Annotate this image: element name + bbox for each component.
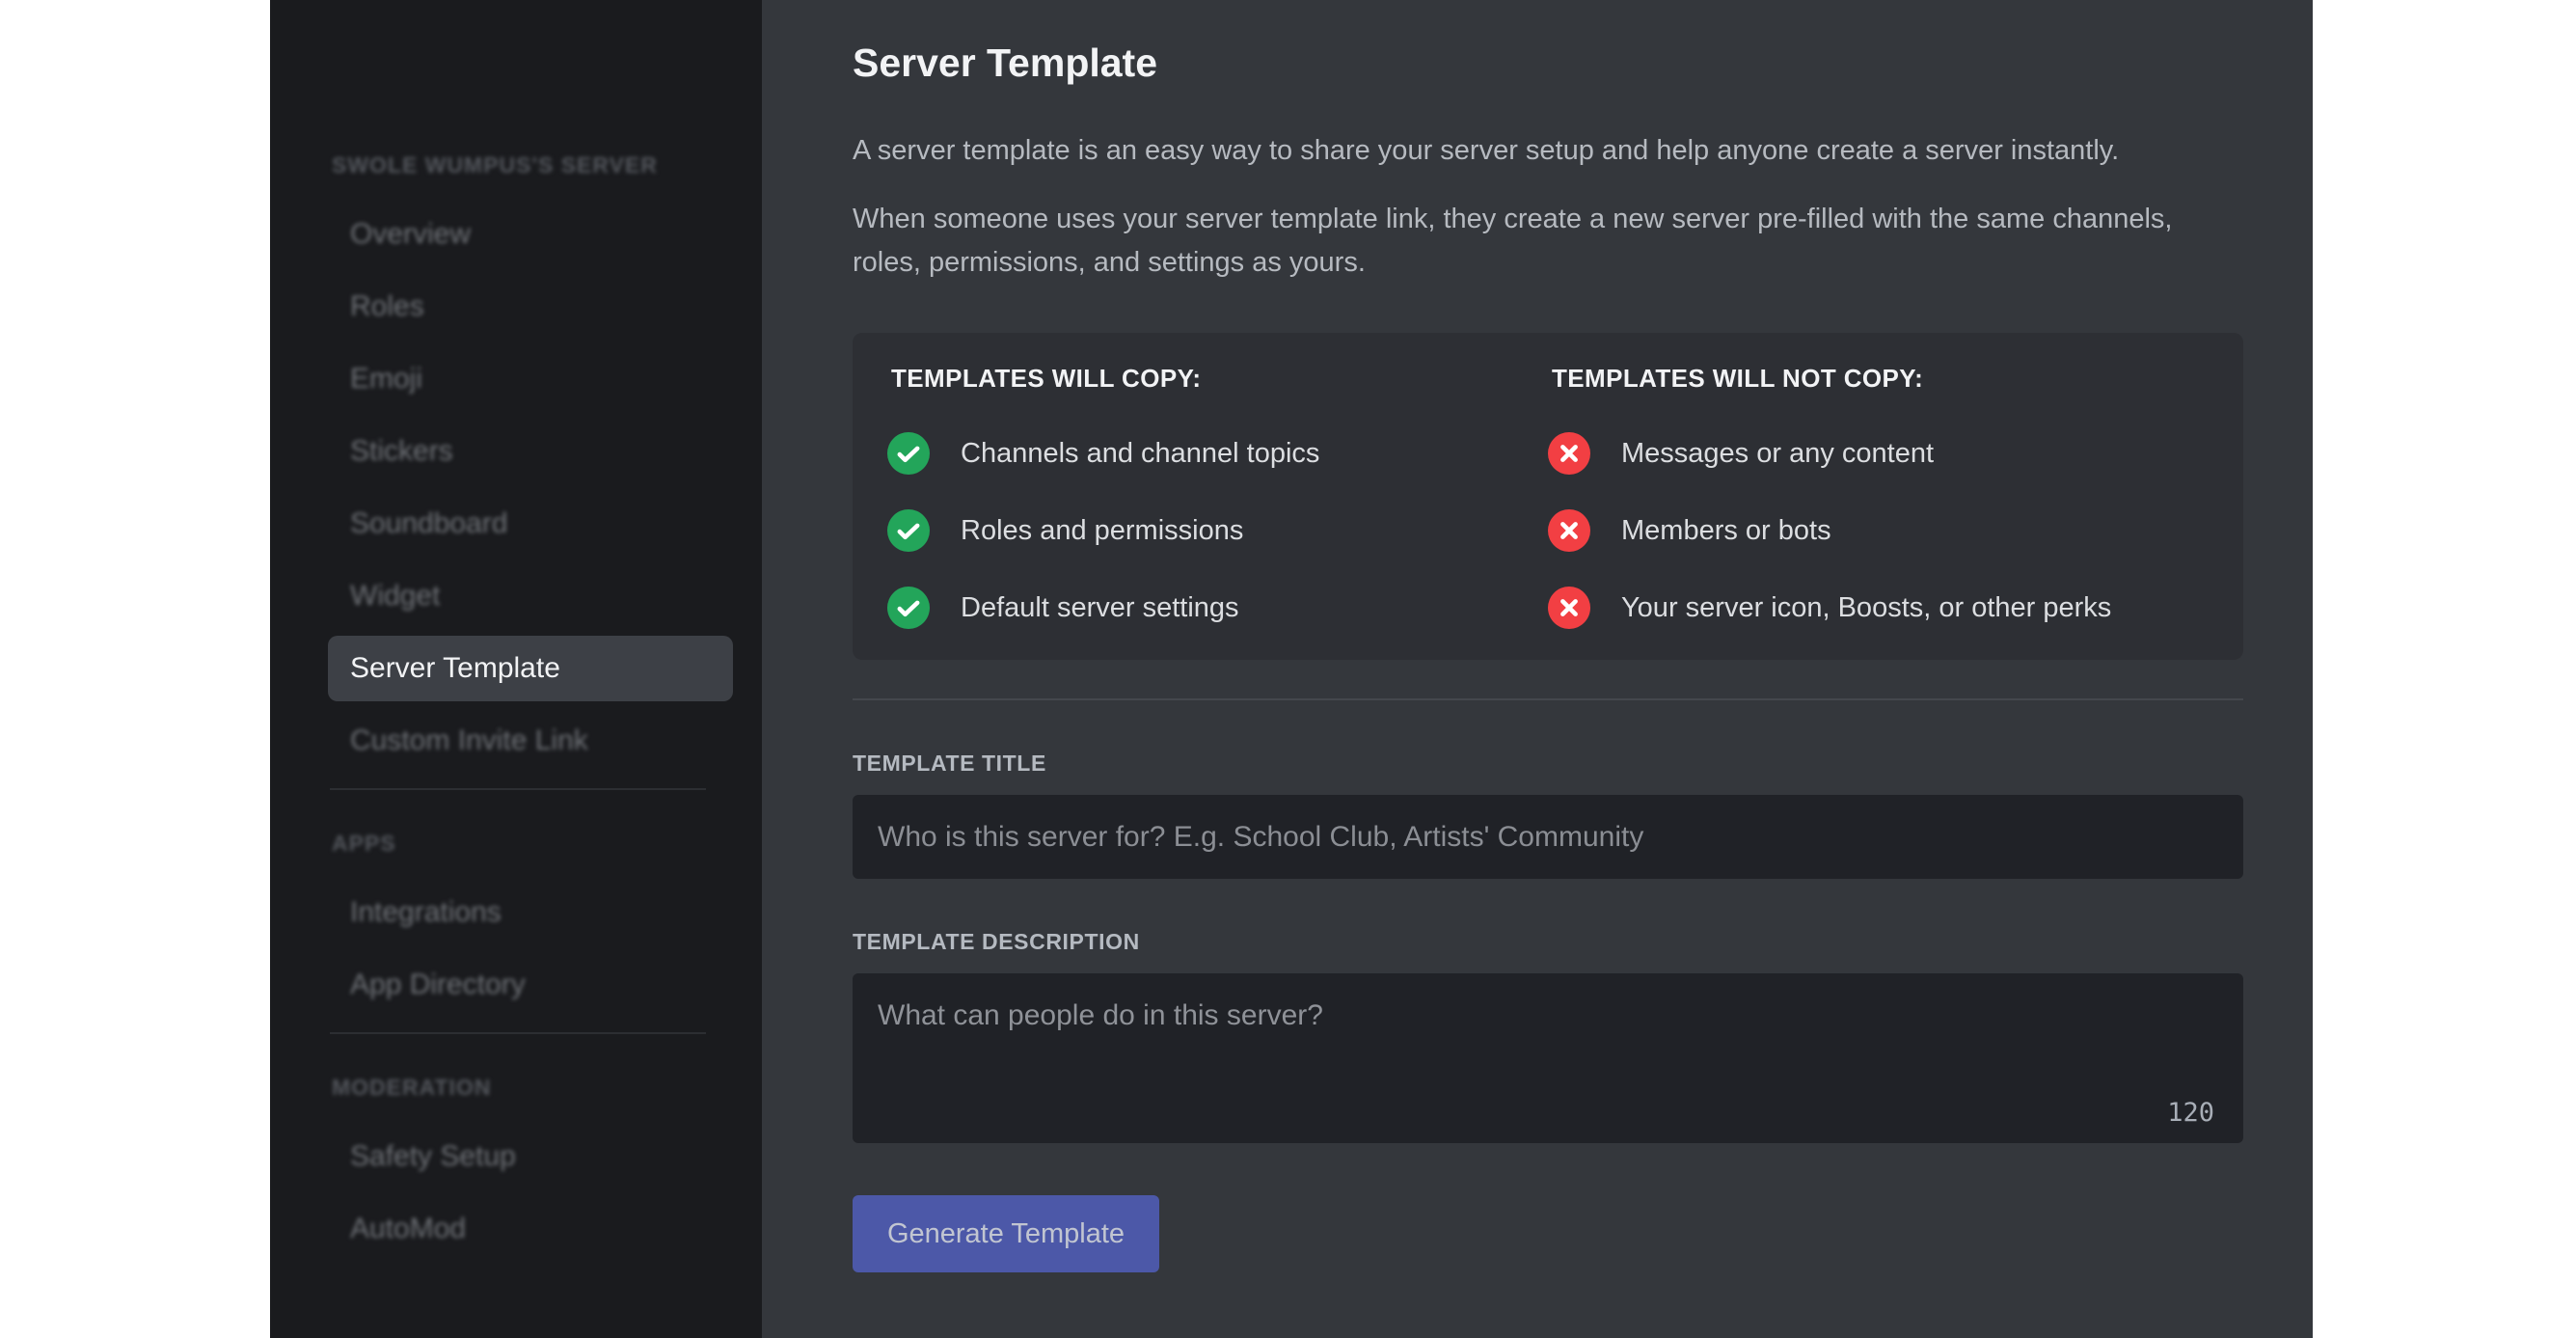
screenshot-canvas: SWOLE WUMPUS'S SERVER Overview Roles Emo…	[0, 0, 2576, 1338]
template-title-label: TEMPLATE TITLE	[853, 751, 1046, 776]
will-not-copy-row: Your server icon, Boosts, or other perks	[1548, 587, 2209, 629]
sidebar-group-moderation: MODERATION	[332, 1075, 492, 1100]
generate-template-button[interactable]: Generate Template	[853, 1195, 1159, 1272]
will-not-copy-row: Members or bots	[1548, 509, 2209, 552]
settings-sidebar: SWOLE WUMPUS'S SERVER Overview Roles Emo…	[270, 0, 762, 1338]
check-icon	[887, 432, 930, 475]
sidebar-item-emoji[interactable]: Emoji	[328, 346, 733, 412]
sidebar-item-widget[interactable]: Widget	[328, 563, 733, 629]
discord-server-settings-window: SWOLE WUMPUS'S SERVER Overview Roles Emo…	[270, 0, 2313, 1338]
sidebar-divider	[330, 788, 706, 790]
page-title: Server Template	[853, 41, 1158, 85]
check-icon	[887, 587, 930, 629]
will-copy-column: TEMPLATES WILL COPY: Channels and channe…	[887, 364, 1548, 629]
sidebar-item-integrations[interactable]: Integrations	[328, 880, 733, 945]
sidebar-item-stickers[interactable]: Stickers	[328, 419, 733, 484]
sidebar-item-app-directory[interactable]: App Directory	[328, 952, 733, 1018]
sidebar-item-soundboard[interactable]: Soundboard	[328, 491, 733, 557]
check-icon	[887, 509, 930, 552]
will-not-copy-header: TEMPLATES WILL NOT COPY:	[1552, 364, 1924, 393]
sidebar-item-overview[interactable]: Overview	[328, 202, 733, 267]
sidebar-divider	[330, 1032, 706, 1034]
template-description-wrap: 120	[853, 973, 2243, 1143]
will-not-copy-column: TEMPLATES WILL NOT COPY: Messages or any…	[1548, 364, 2209, 629]
sidebar-item-automod[interactable]: AutoMod	[328, 1196, 733, 1262]
sidebar-item-server-template[interactable]: Server Template	[328, 636, 733, 701]
template-copy-panel: TEMPLATES WILL COPY: Channels and channe…	[853, 333, 2243, 660]
will-copy-row: Roles and permissions	[887, 509, 1548, 552]
sidebar-item-custom-invite-link[interactable]: Custom Invite Link	[328, 708, 733, 774]
intro-paragraph-2: When someone uses your server template l…	[853, 204, 2173, 278]
template-title-input[interactable]	[853, 795, 2243, 879]
template-description-input[interactable]	[853, 973, 2243, 1143]
will-copy-row: Channels and channel topics	[887, 432, 1548, 475]
server-template-page: Server Template A server template is an …	[762, 0, 2313, 1338]
x-icon	[1548, 587, 1590, 629]
intro-paragraph-1: A server template is an easy way to shar…	[853, 135, 2120, 166]
x-icon	[1548, 509, 1590, 552]
sidebar-group-apps: APPS	[332, 831, 396, 856]
will-copy-row: Default server settings	[887, 587, 1548, 629]
section-divider	[853, 698, 2243, 700]
template-description-label: TEMPLATE DESCRIPTION	[853, 929, 1140, 954]
will-not-copy-row: Messages or any content	[1548, 432, 2209, 475]
sidebar-item-roles[interactable]: Roles	[328, 274, 733, 340]
x-icon	[1548, 432, 1590, 475]
sidebar-item-safety-setup[interactable]: Safety Setup	[328, 1124, 733, 1189]
sidebar-group-server: SWOLE WUMPUS'S SERVER	[332, 152, 658, 177]
will-copy-header: TEMPLATES WILL COPY:	[891, 364, 1202, 393]
